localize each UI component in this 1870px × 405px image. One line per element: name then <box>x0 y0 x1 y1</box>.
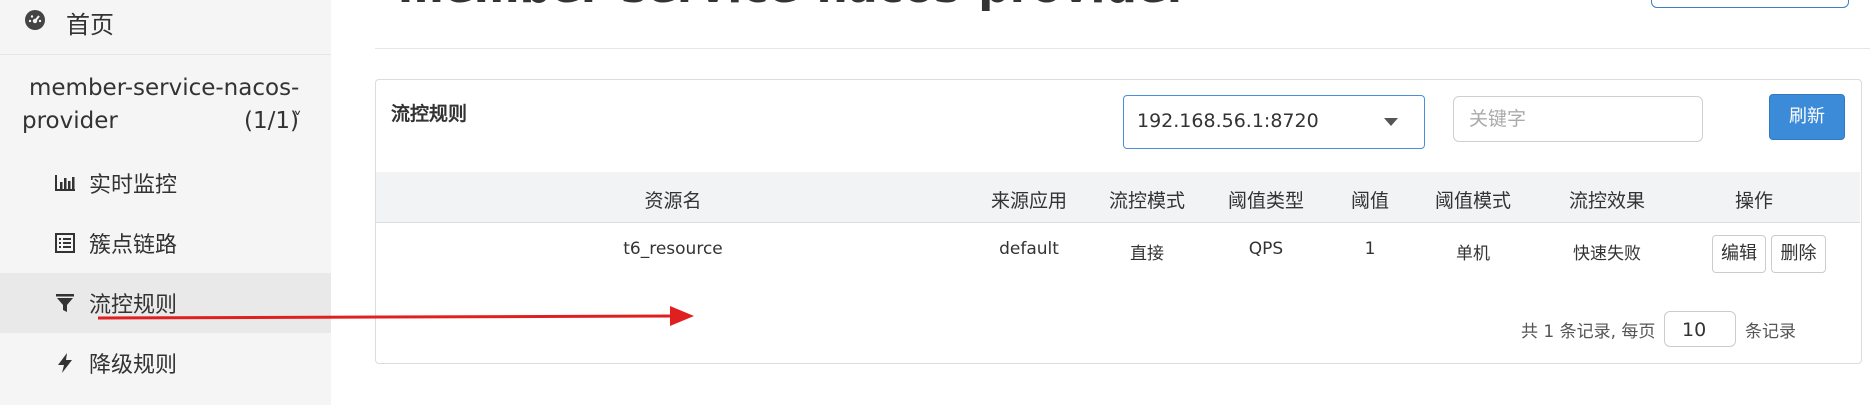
column-header-strategy: 流控模式 <box>1108 190 1186 212</box>
sidebar-app-group[interactable]: member-service-nacos- provider (1/1) ˅ <box>0 55 331 145</box>
column-header-control-behavior: 流控效果 <box>1568 190 1646 212</box>
cell-count: 1 <box>1364 239 1376 259</box>
pagination-suffix: 条记录 <box>1745 322 1796 342</box>
sidebar-item-realtime-monitor[interactable]: 实时监控 <box>0 153 331 213</box>
bar-chart-icon <box>55 175 75 191</box>
sidebar-item-home[interactable]: 首页 <box>0 0 331 55</box>
filter-icon <box>56 294 74 312</box>
sidebar-item-label: 降级规则 <box>89 353 178 378</box>
dashboard-icon <box>25 10 45 30</box>
cell-grade: QPS <box>1248 239 1284 259</box>
cell-cluster-mode: 单机 <box>1456 244 1490 264</box>
machine-select[interactable]: 192.168.56.1:8720 <box>1123 95 1425 149</box>
column-header-grade: 阈值类型 <box>1227 190 1305 212</box>
caret-down-icon <box>1384 118 1398 126</box>
cell-resource: t6_resource <box>623 239 723 259</box>
sidebar-item-label: 实时监控 <box>89 173 178 198</box>
chevron-down-icon[interactable]: ˅ <box>293 109 302 130</box>
sidebar: 首页 member-service-nacos- provider (1/1) … <box>0 0 331 405</box>
page-size-input[interactable]: 10 <box>1664 311 1736 347</box>
column-header-count: 阈值 <box>1350 190 1390 212</box>
column-header-resource: 资源名 <box>644 190 702 212</box>
sidebar-item-label: 流控规则 <box>89 293 178 318</box>
cell-limit-app: default <box>999 239 1059 259</box>
page-title: member-service-nacos-provider <box>398 0 1189 13</box>
column-header-operations: 操作 <box>1734 190 1774 212</box>
sidebar-item-degrade-rules[interactable]: 降级规则 <box>0 333 331 393</box>
sidebar-item-flow-rules[interactable]: 流控规则 <box>0 273 331 333</box>
sidebar-home-label: 首页 <box>66 11 114 39</box>
refresh-button[interactable]: 刷新 <box>1769 94 1845 140</box>
sidebar-item-label: 簇点链路 <box>89 233 178 258</box>
edit-button[interactable]: 编辑 <box>1712 235 1766 273</box>
machine-select-value: 192.168.56.1:8720 <box>1137 110 1319 132</box>
list-icon <box>55 233 75 253</box>
sidebar-item-cluster-link[interactable]: 簇点链路 <box>0 213 331 273</box>
cell-strategy: 直接 <box>1130 244 1164 264</box>
delete-button[interactable]: 删除 <box>1771 235 1826 273</box>
bolt-icon <box>58 353 72 373</box>
app-name-line2: provider <box>22 108 118 134</box>
search-input[interactable] <box>1453 96 1703 142</box>
app-name-line1: member-service-nacos- <box>29 75 300 101</box>
cell-control-behavior: 快速失败 <box>1573 244 1641 264</box>
pagination-total: 共 1 条记录, 每页 <box>1521 322 1656 342</box>
panel-title: 流控规则 <box>391 103 468 125</box>
column-header-cluster-mode: 阈值模式 <box>1434 190 1512 212</box>
header-action-button[interactable] <box>1651 0 1849 8</box>
app-machine-count: (1/1) <box>244 108 299 134</box>
header-divider <box>375 48 1870 49</box>
column-header-limit-app: 来源应用 <box>990 190 1068 212</box>
